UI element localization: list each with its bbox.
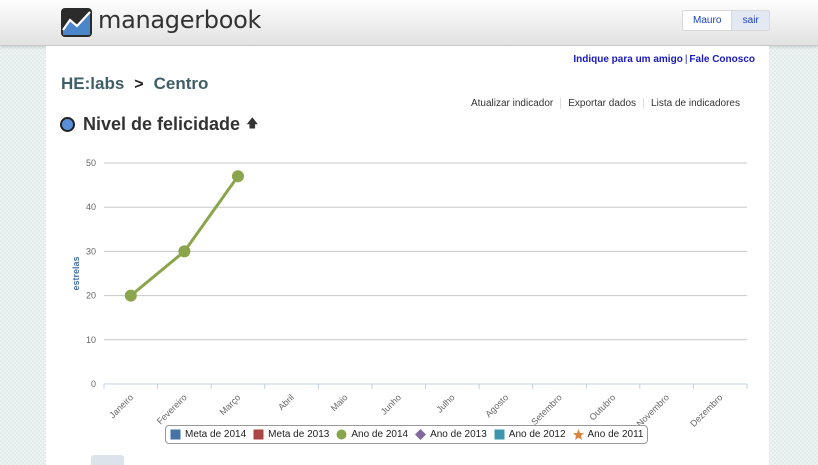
data-point bbox=[124, 289, 137, 302]
user-name-link[interactable]: Mauro bbox=[683, 11, 731, 30]
indicator-chart: 0 10 20 30 40 50 estrelas Janeiro Fevereiro Março… bbox=[71, 158, 748, 429]
square-marker-icon bbox=[170, 429, 181, 440]
top-bar: managerbook Mauro sair bbox=[0, 0, 818, 46]
x-tick-label: Julho bbox=[434, 392, 456, 414]
bottom-tab[interactable] bbox=[91, 455, 124, 465]
chart-legend: Meta de 2014 Meta de 2013 Ano de 2014 Ano d… bbox=[165, 425, 649, 444]
series-line bbox=[129, 175, 240, 297]
square-marker-icon bbox=[494, 429, 505, 440]
legend-item[interactable]: Ano de 2014 bbox=[336, 429, 408, 440]
y-tick-label: 30 bbox=[86, 246, 96, 256]
managerbook-logo-icon bbox=[61, 8, 92, 37]
x-tick-label: Junho bbox=[379, 392, 403, 416]
legend-label: Meta de 2013 bbox=[268, 429, 330, 440]
y-tick-label: 0 bbox=[91, 379, 96, 389]
legend-item[interactable]: Meta de 2013 bbox=[253, 429, 329, 440]
x-tick-label: Março bbox=[218, 392, 243, 417]
y-axis-label: estrelas bbox=[71, 256, 81, 290]
x-tick-label: Dezembro bbox=[688, 392, 724, 428]
legend-label: Ano de 2011 bbox=[587, 429, 644, 440]
logout-button[interactable]: sair bbox=[731, 11, 769, 30]
brand-name[interactable]: managerbook bbox=[98, 6, 261, 34]
legend-label: Ano de 2013 bbox=[430, 429, 487, 440]
legend-item[interactable]: Ano de 2013 bbox=[415, 429, 487, 440]
star-marker-icon bbox=[572, 429, 584, 440]
diamond-marker-icon bbox=[415, 429, 427, 440]
legend-item[interactable]: Ano de 2011 bbox=[572, 429, 644, 440]
x-tick-label: Agosto bbox=[483, 392, 510, 419]
main-card: Indique para um amigo | Fale Conosco HE:la… bbox=[46, 46, 769, 465]
legend-label: Ano de 2014 bbox=[351, 429, 409, 440]
legend-item[interactable]: Meta de 2014 bbox=[170, 429, 246, 440]
legend-label: Ano de 2012 bbox=[508, 429, 566, 440]
x-tick-label: Setembro bbox=[529, 392, 564, 427]
data-point bbox=[231, 170, 244, 183]
x-tick-label: Fevereiro bbox=[155, 392, 189, 426]
y-tick-label: 50 bbox=[86, 158, 96, 168]
y-tick-label: 40 bbox=[86, 202, 96, 212]
x-tick-label: Maio bbox=[329, 392, 350, 413]
legend-label: Meta de 2014 bbox=[185, 429, 247, 440]
data-point bbox=[178, 245, 191, 258]
x-tick-label: Abril bbox=[276, 392, 296, 412]
square-marker-icon bbox=[253, 429, 264, 440]
user-menu: Mauro sair bbox=[682, 10, 770, 31]
legend-item[interactable]: Ano de 2012 bbox=[494, 429, 566, 440]
x-tick-label: Novembro bbox=[635, 392, 671, 428]
x-tick-label: Janeiro bbox=[107, 392, 135, 420]
circle-marker-icon bbox=[336, 429, 347, 440]
x-tick-label: Outubro bbox=[587, 392, 617, 422]
y-tick-label: 10 bbox=[86, 335, 96, 345]
y-tick-label: 20 bbox=[86, 291, 96, 301]
